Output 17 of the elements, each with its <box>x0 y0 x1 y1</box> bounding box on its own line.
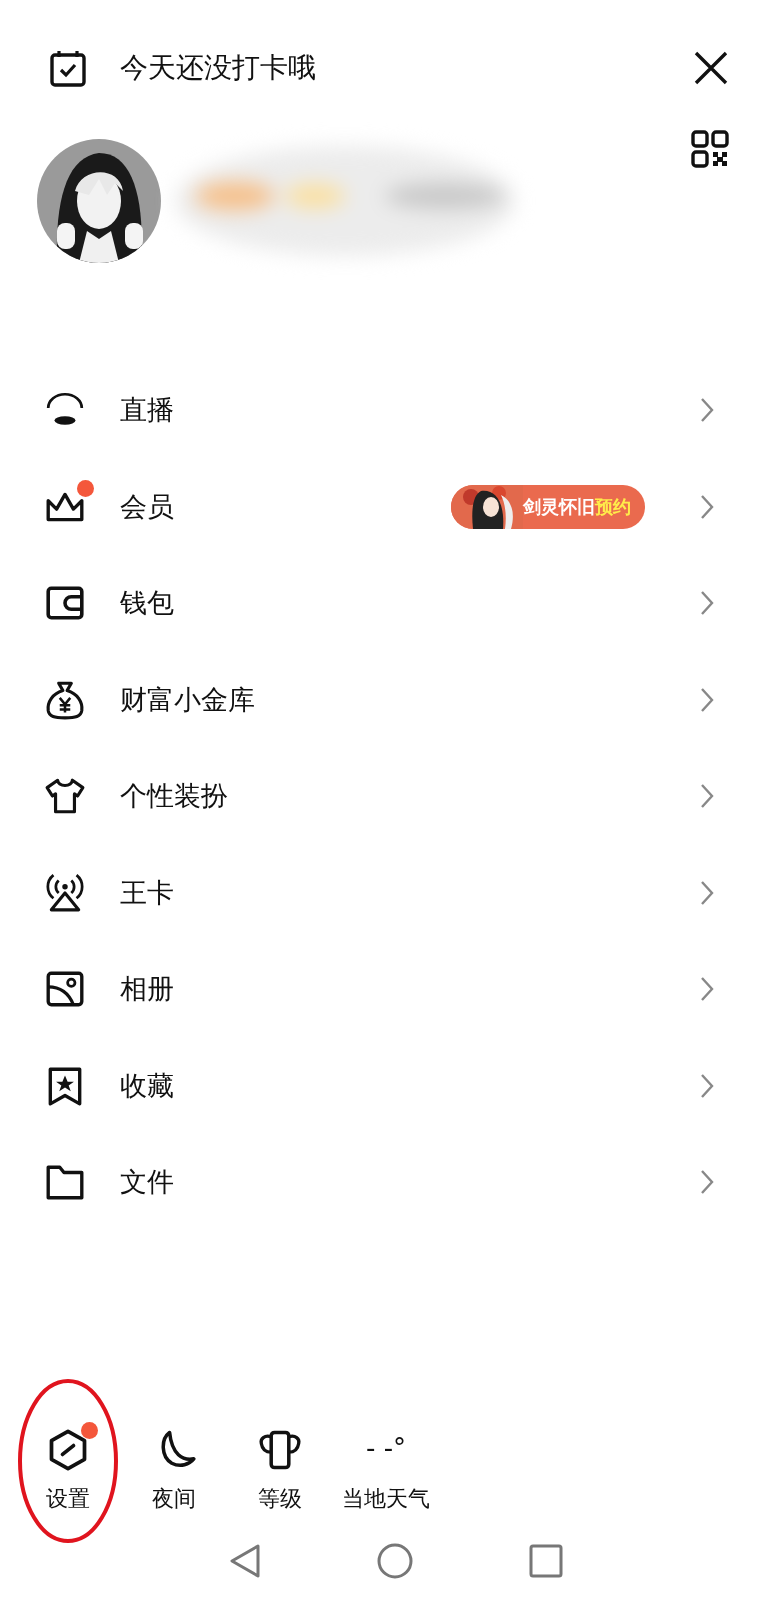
tool-button[interactable]: 等级 <box>227 1418 333 1518</box>
menu-item[interactable]: 收藏 <box>0 1037 771 1134</box>
menu-item[interactable]: 会员 剑灵怀旧预约 <box>0 458 771 555</box>
menu-item[interactable]: 王卡 <box>0 844 771 941</box>
menu-item[interactable]: 个性装扮 <box>0 748 771 845</box>
menu-item[interactable]: 钱包 <box>0 555 771 652</box>
menu-item[interactable]: 相册 <box>0 941 771 1038</box>
promo-text: 剑灵怀旧 <box>523 494 595 519</box>
promo-highlight: 预约 <box>595 494 631 519</box>
menu-item[interactable]: 文件 <box>0 1134 771 1231</box>
temperature-reading: - -° <box>366 1432 406 1465</box>
tool-button[interactable]: 夜间 <box>121 1418 227 1518</box>
tool-button[interactable]: - -° 当地天气 <box>333 1418 439 1518</box>
check-in-prompt[interactable]: 今天还没打卡哦 <box>120 49 693 87</box>
menu-item[interactable]: 财富小金库 <box>0 651 771 748</box>
tool-button[interactable]: 设置 <box>15 1418 121 1518</box>
menu-item[interactable]: 直播 <box>0 362 771 459</box>
